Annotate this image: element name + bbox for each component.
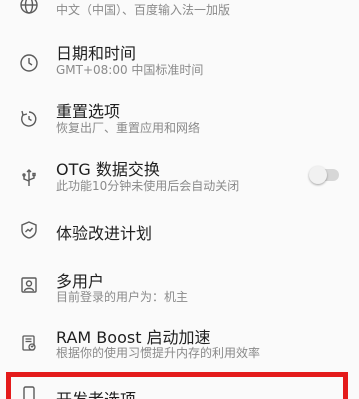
settings-item-date-time[interactable]: 日期和时间 GMT+08:00 中国标准时间 [0,36,359,90]
settings-item-subtitle: 目前登录的用户为：机主 [56,290,189,304]
settings-item-subtitle: 此功能10分钟未使用后会自动关闭 [56,179,240,193]
settings-item-otg[interactable]: OTG 数据交换 此功能10分钟未使用后会自动关闭 [0,152,359,206]
clock-icon [18,52,40,74]
shield-icon [18,219,40,241]
usb-icon [18,167,40,189]
settings-item-subtitle: 根据你的使用习惯提升内存的利用效率 [56,346,261,360]
ram-icon [18,332,40,354]
settings-item-experience[interactable]: 体验改进计划 [0,210,359,254]
toggle-knob [309,166,327,184]
settings-list: 中文（中国）、百度输入法一加版 日期和时间 GMT+08:00 中国标准时间 重… [0,0,359,399]
settings-item-language[interactable]: 中文（中国）、百度输入法一加版 [0,0,359,26]
phone-icon [18,384,40,399]
settings-item-multi-user[interactable]: 多用户 目前登录的用户为：机主 [0,266,359,320]
settings-item-title: 开发者选项 [56,386,136,399]
settings-item-subtitle: 恢复出厂、重置应用和网络 [56,121,201,135]
settings-item-ram-boost[interactable]: RAM Boost 启动加速 根据你的使用习惯提升内存的利用效率 [0,322,359,372]
settings-item-developer-options[interactable]: 开发者选项 [0,378,359,399]
user-icon [18,274,40,296]
otg-toggle[interactable] [309,166,339,184]
reset-icon [18,108,40,130]
settings-item-subtitle: GMT+08:00 中国标准时间 [56,63,204,77]
globe-icon [18,0,40,16]
settings-item-title: 体验改进计划 [56,224,153,243]
settings-item-reset[interactable]: 重置选项 恢复出厂、重置应用和网络 [0,94,359,148]
settings-item-subtitle: 中文（中国）、百度输入法一加版 [56,3,231,17]
